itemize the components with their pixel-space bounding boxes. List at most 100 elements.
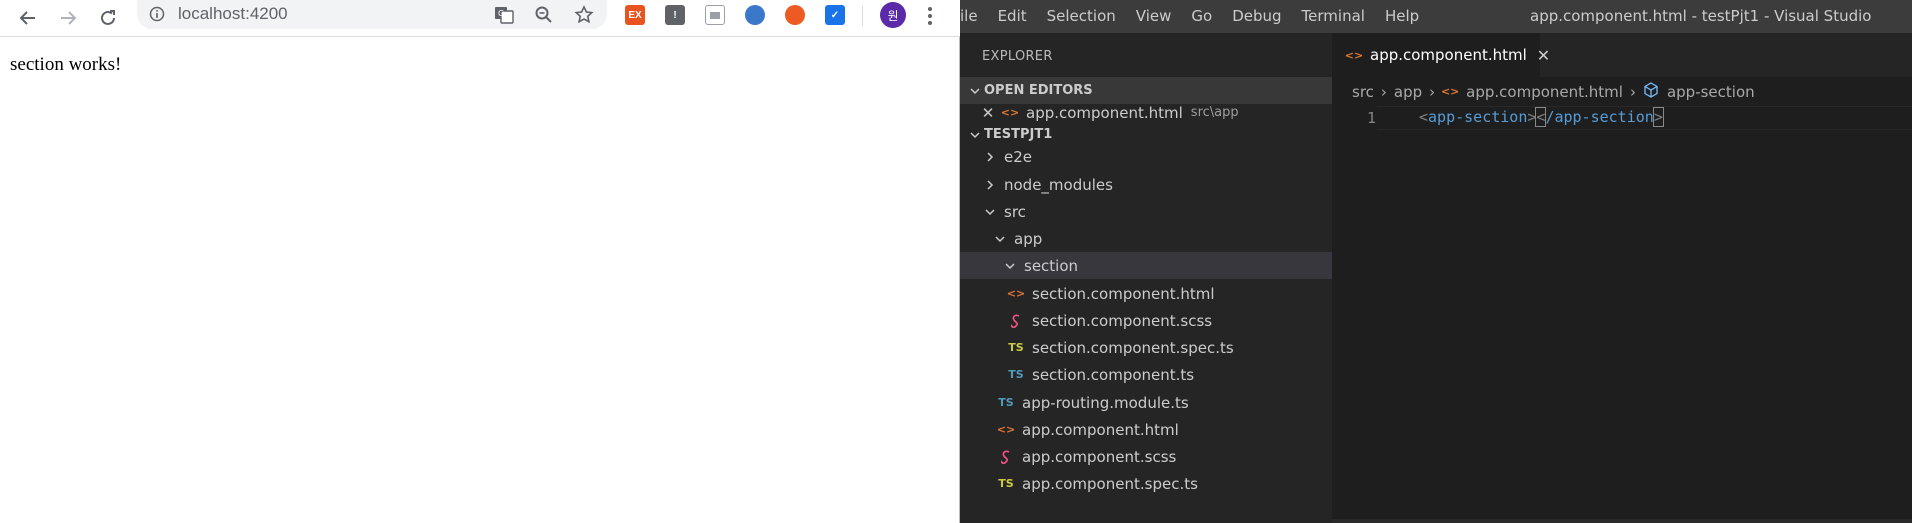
open-editor-path: src\app xyxy=(1190,105,1239,120)
menu-selection[interactable]: Selection xyxy=(1037,0,1126,33)
chevron-right-icon: › xyxy=(1429,82,1436,101)
address-bar[interactable]: localhost:4200 G xyxy=(137,0,607,29)
html-file-icon: <> xyxy=(996,423,1016,436)
editor-tab-bar: <> app.component.html ✕ xyxy=(1332,33,1912,77)
screen-extension-icon[interactable] xyxy=(705,5,725,25)
breadcrumb-file[interactable]: app.component.html xyxy=(1466,83,1623,101)
tree-file-section-spec[interactable]: TS section.component.spec.ts xyxy=(960,334,1332,361)
exclamation-extension-icon[interactable]: ! xyxy=(665,5,685,25)
chevron-right-icon xyxy=(982,151,998,163)
tree-file-section-scss[interactable]: section.component.scss xyxy=(960,307,1332,334)
tree-file-app-spec[interactable]: TS app.component.spec.ts xyxy=(960,470,1332,497)
chevron-down-icon xyxy=(964,129,986,141)
ts-spec-file-icon: TS xyxy=(1008,341,1024,354)
tree-file-app-scss[interactable]: app.component.scss xyxy=(960,443,1332,470)
page-body-text: section works! xyxy=(10,54,122,75)
close-icon[interactable]: ✕ xyxy=(980,104,996,122)
forward-button[interactable] xyxy=(54,4,82,32)
tree-file-section-html[interactable]: <> section.component.html xyxy=(960,280,1332,307)
tree-label: e2e xyxy=(1004,147,1033,166)
menu-view[interactable]: View xyxy=(1126,0,1182,33)
profile-avatar[interactable]: 원 xyxy=(880,2,906,28)
menu-go[interactable]: Go xyxy=(1181,0,1222,33)
tree-folder-e2e[interactable]: e2e xyxy=(960,143,1332,170)
html-file-icon: <> xyxy=(1000,106,1020,119)
translate-icon[interactable]: G xyxy=(492,3,516,27)
html-file-icon: <> xyxy=(1006,287,1026,300)
url-text: localhost:4200 xyxy=(178,4,288,23)
ts-file-icon: TS xyxy=(998,396,1014,409)
breadcrumb-symbol[interactable]: app-section xyxy=(1667,83,1755,101)
code-token: > xyxy=(1652,107,1664,127)
tab-app-component-html[interactable]: <> app.component.html ✕ xyxy=(1332,33,1550,77)
ts-spec-file-icon: TS xyxy=(998,477,1014,490)
browser-toolbar: localhost:4200 G EX ! ✓ 원 xyxy=(0,0,960,37)
tree-file-section-ts[interactable]: TS section.component.ts xyxy=(960,361,1332,388)
back-arrow-icon xyxy=(19,11,35,25)
bookmark-star-icon[interactable] xyxy=(572,3,596,27)
circle-extension-icon[interactable] xyxy=(745,5,765,25)
open-editor-filename: app.component.html xyxy=(1026,103,1183,122)
menu-edit[interactable]: Edit xyxy=(988,0,1037,33)
ex-extension-icon[interactable]: EX xyxy=(625,5,645,25)
close-tab-icon[interactable]: ✕ xyxy=(1537,46,1550,65)
info-icon[interactable] xyxy=(149,6,165,22)
tree-folder-section[interactable]: section xyxy=(960,252,1332,279)
chevron-down-icon xyxy=(982,206,998,218)
breadcrumb: src › app › <> app.component.html › app-… xyxy=(1332,77,1912,106)
menu-terminal[interactable]: Terminal xyxy=(1292,0,1375,33)
code-token: < xyxy=(1419,108,1429,126)
menu-file[interactable]: ile xyxy=(960,0,988,33)
chevron-right-icon: › xyxy=(1629,82,1636,101)
tree-label: app.component.spec.ts xyxy=(1022,474,1198,493)
tree-label: node_modules xyxy=(1004,175,1113,194)
ts-file-icon: TS xyxy=(1008,368,1024,381)
tree-folder-src[interactable]: src xyxy=(960,198,1332,225)
code-token: /app-section xyxy=(1545,108,1654,126)
explorer-sidebar: EXPLORER OPEN EDITORS ✕ <> app.component… xyxy=(960,33,1332,523)
breadcrumb-src[interactable]: src xyxy=(1352,83,1374,101)
tree-label: app xyxy=(1014,229,1043,248)
code-token: app-section xyxy=(1428,108,1528,126)
code-editor[interactable]: 1 <app-section></app-section> xyxy=(1332,106,1912,523)
code-line-1[interactable]: <app-section></app-section> xyxy=(1419,107,1664,127)
tree-folder-node-modules[interactable]: node_modules xyxy=(960,171,1332,198)
rocket-extension-icon[interactable] xyxy=(785,5,805,25)
tree-folder-app[interactable]: app xyxy=(960,225,1332,252)
tree-label: section.component.html xyxy=(1032,284,1215,303)
reload-button[interactable] xyxy=(94,4,122,32)
explorer-title: EXPLORER xyxy=(982,49,1053,64)
tree-file-app-html[interactable]: <> app.component.html xyxy=(960,416,1332,443)
reload-icon xyxy=(101,10,115,25)
tree-label: section xyxy=(1024,256,1079,275)
tab-label: app.component.html xyxy=(1370,46,1527,64)
chevron-down-icon xyxy=(964,85,986,97)
menu-help[interactable]: Help xyxy=(1375,0,1429,33)
menu-debug[interactable]: Debug xyxy=(1222,0,1291,33)
tree-label: section.component.scss xyxy=(1032,311,1213,330)
svg-text:G: G xyxy=(498,9,504,18)
back-button[interactable] xyxy=(14,4,42,32)
title-bar: ile Edit Selection View Go Debug Termina… xyxy=(960,0,1912,58)
tree-label: section.component.ts xyxy=(1032,365,1195,384)
menu-bar: ile Edit Selection View Go Debug Termina… xyxy=(960,0,1429,33)
chevron-down-icon xyxy=(1002,260,1018,272)
horizontal-scrollbar[interactable] xyxy=(1332,519,1912,523)
forward-arrow-icon xyxy=(61,11,77,25)
zoom-icon[interactable] xyxy=(532,3,556,27)
project-label: TESTPJT1 xyxy=(984,127,1053,142)
vscode-window: ile Edit Selection View Go Debug Termina… xyxy=(960,0,1912,523)
check-extension-icon[interactable]: ✓ xyxy=(825,5,845,25)
chevron-right-icon: › xyxy=(1380,82,1387,101)
html-file-icon: <> xyxy=(1344,48,1364,62)
toolbar-divider xyxy=(862,6,863,26)
tree-label: app.component.html xyxy=(1022,420,1179,439)
tree-label: section.component.spec.ts xyxy=(1032,338,1234,357)
tree-label: app-routing.module.ts xyxy=(1022,393,1189,412)
tree-label: src xyxy=(1004,202,1026,221)
chevron-right-icon xyxy=(982,179,998,191)
browser-window: localhost:4200 G EX ! ✓ 원 section works! xyxy=(0,0,960,523)
tree-file-app-routing[interactable]: TS app-routing.module.ts xyxy=(960,389,1332,416)
breadcrumb-app[interactable]: app xyxy=(1394,83,1422,101)
browser-menu-icon[interactable] xyxy=(920,4,940,28)
